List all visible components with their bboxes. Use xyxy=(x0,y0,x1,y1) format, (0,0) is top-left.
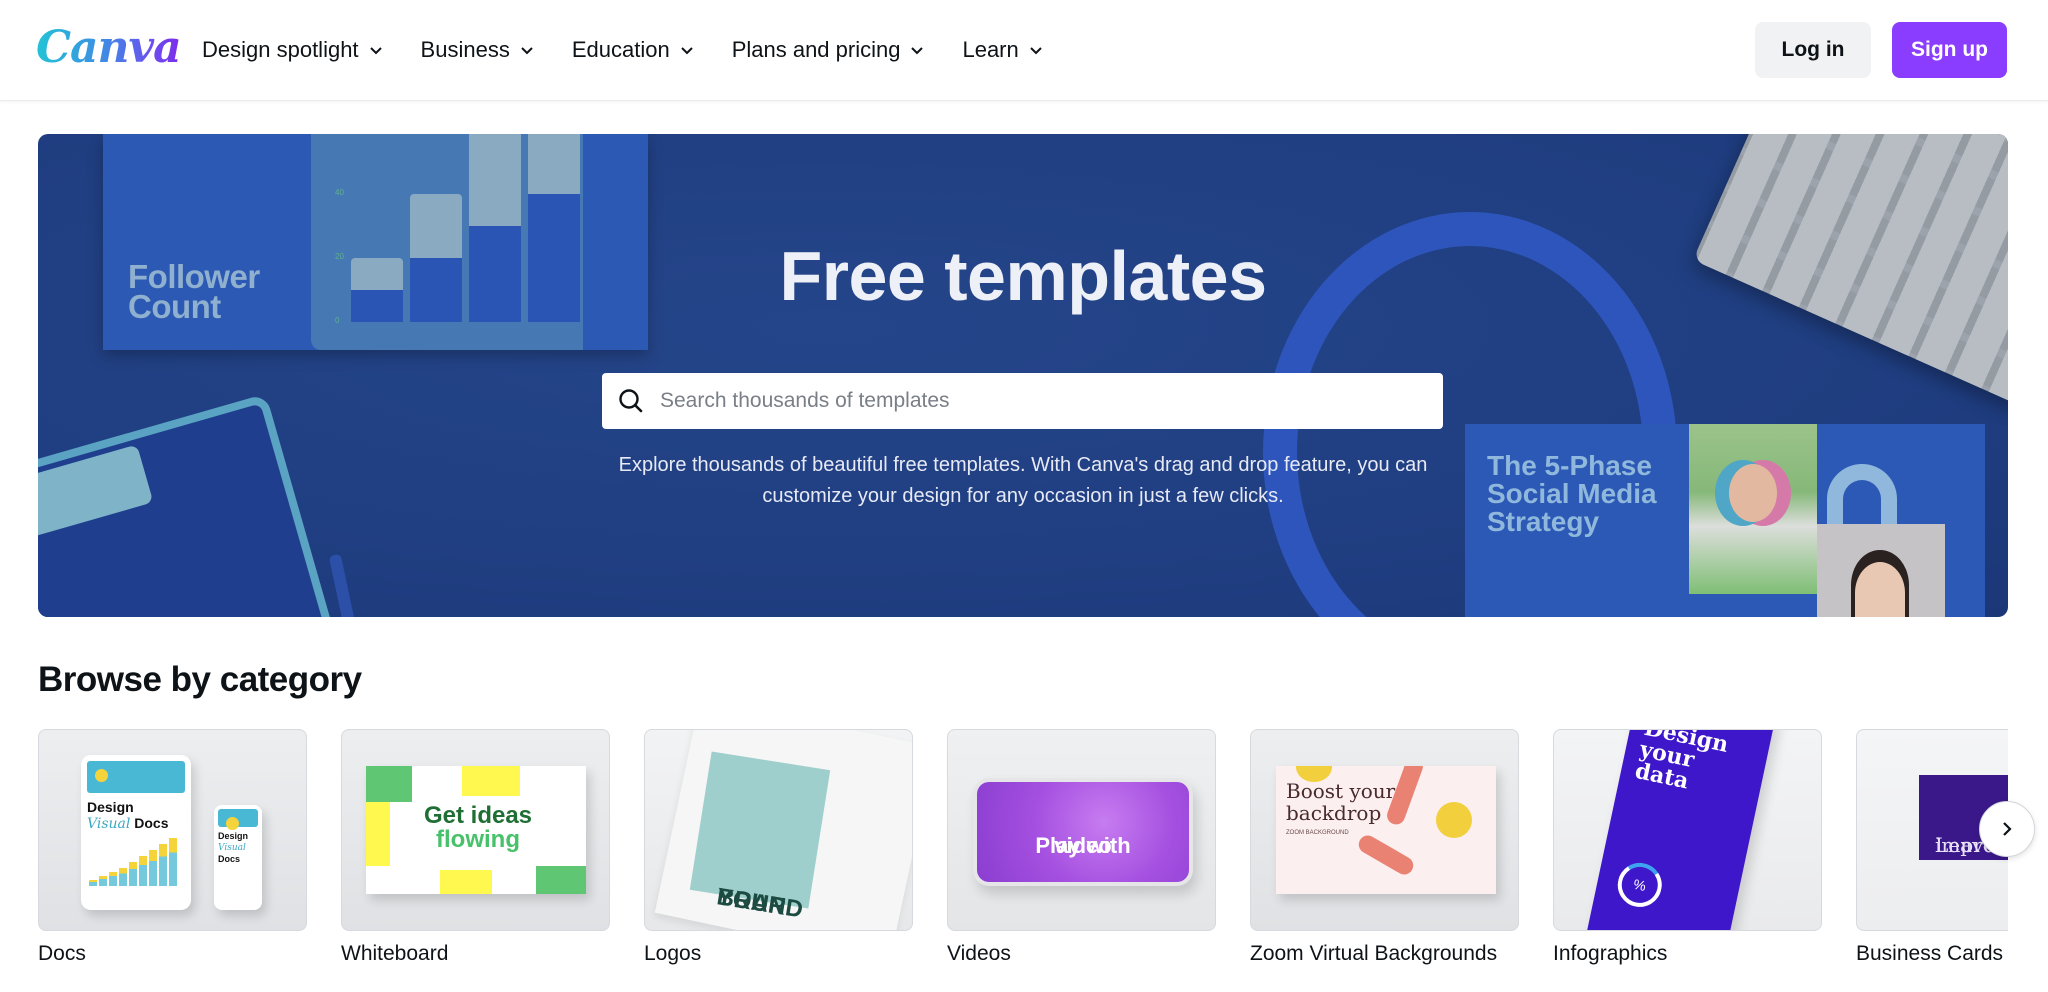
site-header: Canva Design spotlight Business Educatio… xyxy=(0,0,2048,101)
nav-learn[interactable]: Learn xyxy=(962,30,1042,70)
category-label: Business Cards xyxy=(1856,942,2004,965)
category-label: Logos xyxy=(644,942,702,965)
category-card-docs[interactable]: Design Visual Docs Design Visual Docs Docs xyxy=(38,729,307,969)
category-thumbnail: Boost your backdrop ZOOM BACKGROUND xyxy=(1250,729,1519,931)
hero-title: Free templates xyxy=(779,237,1267,315)
nav-plans-and-pricing[interactable]: Plans and pricing xyxy=(732,30,925,70)
category-thumbnail: Play with video xyxy=(947,729,1216,931)
chevron-down-icon xyxy=(521,47,533,55)
category-thumbnail: YOUR BRAND xyxy=(644,729,913,931)
nav-label: Business xyxy=(420,37,510,62)
main-nav: Design spotlight Business Education Plan… xyxy=(202,30,1081,70)
strategy-card-title: The 5-Phase Social Media Strategy xyxy=(1487,450,1657,537)
category-thumbnail: Design your data % xyxy=(1553,729,1822,931)
carousel-next-button[interactable] xyxy=(1979,801,2035,857)
category-card-business-cards[interactable]: Leave impre Business Cards xyxy=(1856,729,2008,969)
chevron-down-icon xyxy=(911,47,924,55)
category-card-whiteboard[interactable]: Get ideas flowing Whiteboard xyxy=(341,729,610,969)
canva-logo[interactable]: Canva xyxy=(36,20,182,76)
nav-business[interactable]: Business xyxy=(421,30,534,70)
category-label: Whiteboard xyxy=(341,942,449,965)
category-label: Videos xyxy=(947,942,1011,965)
category-card-logos[interactable]: YOUR BRAND Logos xyxy=(644,729,913,969)
search-icon xyxy=(619,389,643,413)
social-strategy-card-decoration: The 5-Phase Social Media Strategy xyxy=(1465,424,1985,617)
category-thumbnail: Design Visual Docs Design Visual Docs xyxy=(38,729,307,931)
search-input[interactable] xyxy=(660,389,1420,413)
nav-label: Design spotlight xyxy=(202,37,359,62)
login-button[interactable]: Log in xyxy=(1755,22,1871,78)
nav-label: Learn xyxy=(962,37,1019,62)
browse-by-category-heading: Browse by category xyxy=(38,660,362,699)
category-thumbnail: Get ideas flowing xyxy=(341,729,610,931)
chevron-down-icon xyxy=(369,47,382,55)
category-card-zoom-virtual-backgrounds[interactable]: Boost your backdrop ZOOM BACKGROUND Zoom… xyxy=(1250,729,1519,969)
chevron-down-icon xyxy=(1030,47,1042,55)
category-card-videos[interactable]: Play with video Videos xyxy=(947,729,1216,969)
chevron-down-icon xyxy=(680,47,693,55)
photo-woman-decoration xyxy=(1689,424,1817,594)
hero-banner: Follower Count 40 20 0 The 5-Phase Socia… xyxy=(38,134,2008,617)
category-card-infographics[interactable]: Design your data % Infographics xyxy=(1553,729,1822,969)
pen-decoration xyxy=(328,553,360,617)
template-search-bar[interactable] xyxy=(602,373,1443,429)
hero-description: Explore thousands of beautiful free temp… xyxy=(618,454,1428,507)
arc-decoration xyxy=(1827,464,1897,524)
category-label: Zoom Virtual Backgrounds xyxy=(1250,942,1498,965)
category-carousel: Design Visual Docs Design Visual Docs Docs … xyxy=(38,729,2008,969)
chevron-right-icon xyxy=(2003,822,2012,836)
nav-label: Plans and pricing xyxy=(731,37,901,62)
nav-design-spotlight[interactable]: Design spotlight xyxy=(202,30,383,70)
signup-button[interactable]: Sign up xyxy=(1892,22,2007,78)
nav-education[interactable]: Education xyxy=(572,30,694,70)
nav-label: Education xyxy=(571,37,670,62)
category-label: Docs xyxy=(38,942,86,965)
category-label: Infographics xyxy=(1553,942,1668,965)
photo-man-decoration xyxy=(1817,524,1945,617)
chart-tick: 40 xyxy=(335,188,344,197)
